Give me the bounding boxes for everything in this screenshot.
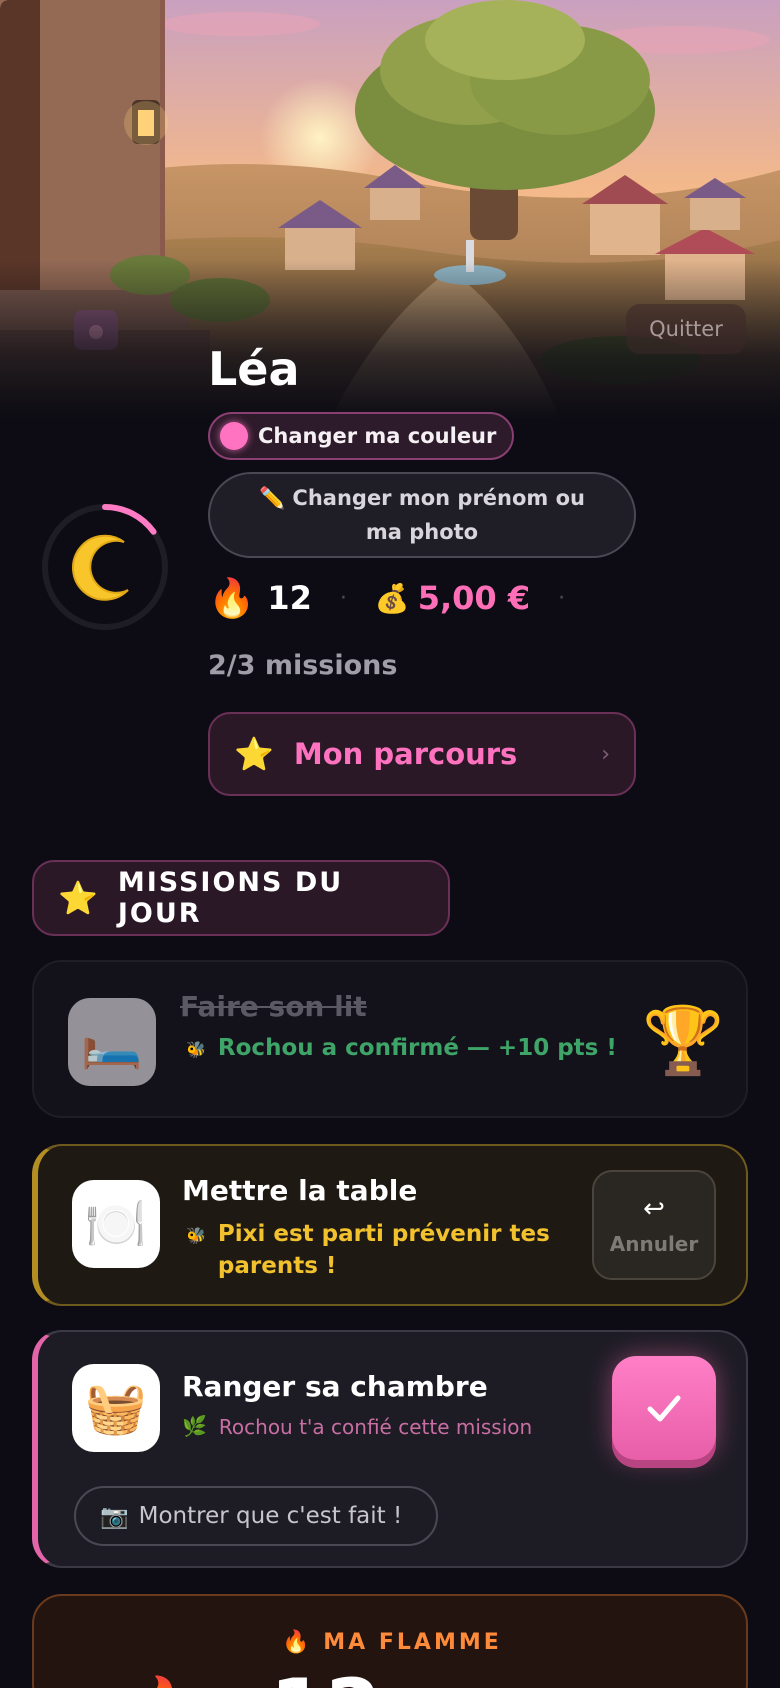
- mission-card-active: 🧺 Ranger sa chambre 🌿 Rochou t'a confié …: [32, 1330, 748, 1568]
- quit-button[interactable]: Quitter: [626, 304, 746, 354]
- hero-banner: Quitter: [0, 0, 780, 420]
- show-proof-label: Montrer que c'est fait !: [138, 1503, 403, 1529]
- mission-status: 🐝 Rochou a confirmé — +10 pts !: [186, 1032, 656, 1064]
- mission-title: Ranger sa chambre: [182, 1370, 488, 1403]
- flame-icon: 🔥: [130, 1674, 192, 1688]
- stats-row: 🔥 12 · 💰 5,00 € ·: [208, 572, 593, 624]
- camera-icon: 📷: [100, 1503, 129, 1530]
- mission-status: 🌿 Rochou t'a confié cette mission: [182, 1412, 582, 1442]
- my-journey-button[interactable]: ⭐ Mon parcours ›: [208, 712, 636, 796]
- progress-ring: [42, 504, 168, 630]
- crescent-moon-icon: [72, 534, 129, 601]
- my-journey-label: Mon parcours: [293, 737, 518, 771]
- star-icon: ⭐: [234, 735, 274, 773]
- change-color-label: Changer ma couleur: [258, 424, 497, 448]
- missions-section-header: ⭐ MISSIONS DU JOUR: [32, 860, 450, 936]
- mission-status-text: Rochou t'a confié cette mission: [218, 1415, 533, 1439]
- undo-icon: ↩: [643, 1194, 665, 1224]
- mission-status: 🐝 Pixi est parti prévenir tes parents !: [186, 1218, 576, 1282]
- star-icon: ⭐: [58, 879, 98, 917]
- leaf-icon: 🌿: [182, 1414, 207, 1438]
- mission-status-text: Rochou a confirmé — +10 pts !: [217, 1035, 617, 1061]
- flame-value: 12: [270, 1662, 381, 1688]
- bee-icon: 🐝: [186, 1040, 206, 1059]
- mark-done-button[interactable]: [612, 1356, 716, 1460]
- chevron-right-icon: ›: [601, 741, 610, 767]
- mission-title: Faire son lit: [180, 990, 367, 1023]
- flame-icon: 🔥: [208, 575, 256, 620]
- cancel-label: Annuler: [609, 1232, 699, 1256]
- stat-separator: ·: [339, 585, 347, 611]
- mission-card-done: 🛏️ Faire son lit 🐝 Rochou a confirmé — +…: [32, 960, 748, 1118]
- show-proof-button[interactable]: 📷 Montrer que c'est fait !: [74, 1486, 438, 1546]
- cancel-button[interactable]: ↩ Annuler: [592, 1170, 716, 1280]
- change-name-photo-button[interactable]: ✏️ Changer mon prénom ou ma photo: [208, 472, 636, 558]
- bee-icon: 🐝: [186, 1226, 206, 1245]
- bed-icon: 🛏️: [68, 998, 156, 1086]
- avatar[interactable]: [38, 500, 172, 634]
- checkmark-icon: [647, 1395, 681, 1422]
- mission-card-pending: 🍽️ Mettre la table 🐝 Pixi est parti prév…: [32, 1144, 748, 1306]
- missions-count: 2/3 missions: [208, 650, 398, 681]
- stat-separator: ·: [558, 585, 566, 611]
- color-swatch: [220, 422, 248, 450]
- trophy-icon: 🏆: [642, 1002, 725, 1079]
- flame-card-title: 🔥 MA FLAMME: [282, 1630, 502, 1655]
- section-title: MISSIONS DU JOUR: [117, 867, 344, 929]
- profile-name: Léa: [208, 342, 300, 396]
- streak-value: 12: [267, 579, 312, 617]
- money-bag-icon: 💰: [374, 581, 410, 615]
- plate-icon: 🍽️: [72, 1180, 160, 1268]
- flame-card: 🔥 MA FLAMME 🔥 12: [32, 1594, 748, 1688]
- change-color-button[interactable]: Changer ma couleur: [208, 412, 515, 460]
- mission-status-text: Pixi est parti prévenir tes parents !: [217, 1221, 550, 1279]
- money-value: 5,00 €: [417, 579, 531, 617]
- change-name-photo-label: ✏️ Changer mon prénom ou ma photo: [258, 486, 586, 544]
- basket-icon: 🧺: [72, 1364, 160, 1452]
- mission-title: Mettre la table: [182, 1174, 418, 1207]
